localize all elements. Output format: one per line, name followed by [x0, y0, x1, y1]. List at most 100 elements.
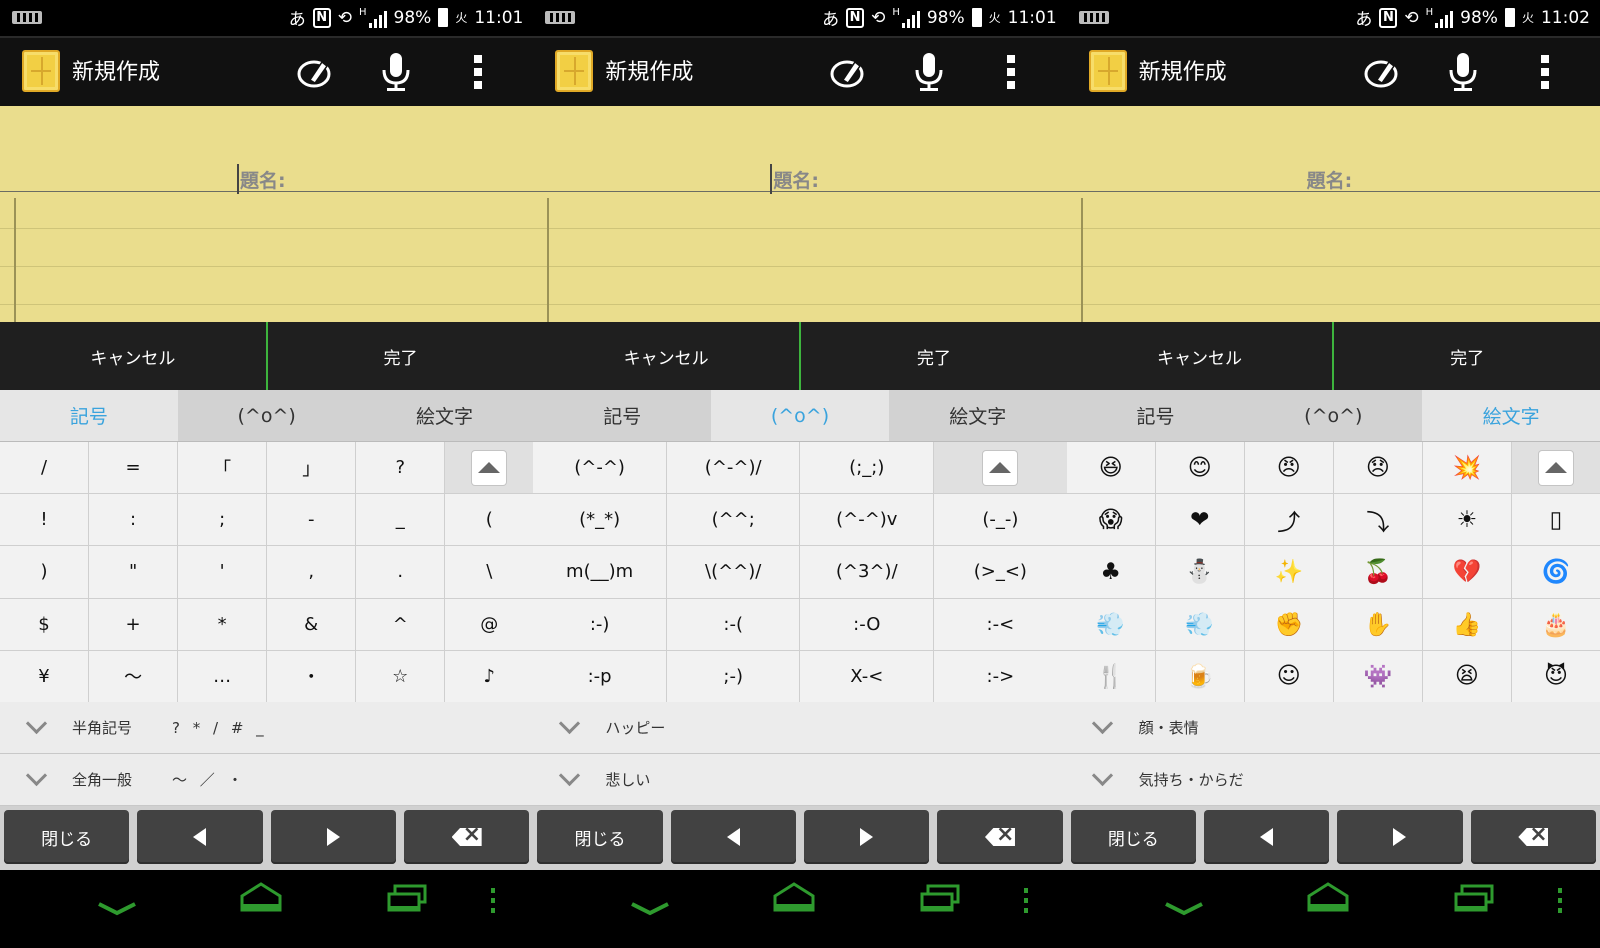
symbol-key[interactable]: ' — [178, 546, 267, 598]
cancel-button[interactable]: キャンセル — [0, 322, 266, 390]
scroll-up-button[interactable] — [445, 442, 534, 494]
emoji-key[interactable]: 💨 — [1066, 598, 1155, 650]
done-button[interactable]: 完了 — [1332, 322, 1600, 390]
symbol-key[interactable]: * — [178, 598, 267, 650]
title-field[interactable]: 題名: — [0, 106, 534, 192]
kaomoji-key[interactable]: (^-^)v — [800, 494, 934, 546]
emoji-key[interactable]: 🍴 — [1066, 650, 1155, 702]
category-row[interactable]: ハッピー — [533, 702, 1067, 754]
symbol-key[interactable]: = — [89, 442, 178, 494]
symbol-key[interactable]: $ — [0, 598, 89, 650]
tab-symbols[interactable]: 記号 — [1067, 390, 1245, 441]
cursor-left-button[interactable] — [670, 810, 796, 864]
symbol-key[interactable]: ☆ — [356, 650, 445, 702]
symbol-key[interactable]: ¥ — [0, 650, 89, 702]
kaomoji-key[interactable]: (^^; — [666, 494, 800, 546]
emoji-key[interactable]: ☀ — [1422, 494, 1511, 546]
tab-emoji[interactable]: 絵文字 — [889, 390, 1067, 441]
cancel-button[interactable]: キャンセル — [1067, 322, 1333, 390]
symbol-key[interactable]: @ — [445, 598, 534, 650]
memo-editor[interactable]: 題名: — [1066, 106, 1600, 322]
symbol-key[interactable]: ・ — [267, 650, 356, 702]
recent-apps-icon[interactable] — [918, 880, 964, 920]
kaomoji-key[interactable]: m(__)m — [533, 546, 666, 598]
tab-kaomoji[interactable]: (^o^) — [178, 390, 356, 441]
emoji-key[interactable]: 😠 — [1244, 442, 1333, 494]
symbol-key[interactable]: 」 — [267, 442, 356, 494]
emoji-key[interactable]: 🍺 — [1155, 650, 1244, 702]
kaomoji-key[interactable]: :-O — [800, 598, 934, 650]
tab-emoji[interactable]: 絵文字 — [356, 390, 534, 441]
emoji-key[interactable]: 😫 — [1422, 650, 1511, 702]
done-button[interactable]: 完了 — [265, 322, 534, 390]
emoji-key[interactable]: 🍒 — [1333, 546, 1422, 598]
overflow-menu-icon[interactable] — [989, 50, 1033, 94]
emoji-key[interactable]: 💥 — [1422, 442, 1511, 494]
tab-symbols[interactable]: 記号 — [533, 390, 711, 441]
handwriting-icon[interactable] — [825, 50, 869, 94]
backspace-button[interactable] — [1470, 810, 1596, 864]
category-row[interactable]: 気持ち・からだ — [1066, 754, 1600, 806]
category-row[interactable]: 顔・表情 — [1066, 702, 1600, 754]
emoji-key[interactable]: 😆 — [1066, 442, 1155, 494]
symbol-key[interactable]: … — [178, 650, 267, 702]
symbol-key[interactable]: . — [356, 546, 445, 598]
symbol-key[interactable]: ; — [178, 494, 267, 546]
menu-dots-icon[interactable] — [1555, 880, 1565, 920]
title-field[interactable]: 題名: — [533, 106, 1067, 192]
emoji-key[interactable]: 😈 — [1511, 650, 1600, 702]
close-keyboard-button[interactable]: 閉じる — [4, 810, 130, 864]
emoji-key[interactable]: ♣ — [1066, 546, 1155, 598]
symbol-key[interactable]: 〜 — [89, 650, 178, 702]
symbol-key[interactable]: + — [89, 598, 178, 650]
backspace-button[interactable] — [937, 810, 1063, 864]
symbol-key[interactable]: ^ — [356, 598, 445, 650]
home-icon[interactable] — [1305, 880, 1351, 920]
category-row[interactable]: 悲しい — [533, 754, 1067, 806]
scroll-up-button[interactable] — [1511, 442, 1600, 494]
symbol-key[interactable]: / — [0, 442, 89, 494]
memo-editor[interactable]: 題名: — [533, 106, 1067, 322]
symbol-key[interactable]: " — [89, 546, 178, 598]
kaomoji-key[interactable]: (*_*) — [533, 494, 666, 546]
home-icon[interactable] — [771, 880, 817, 920]
emoji-key[interactable]: 😊 — [1155, 442, 1244, 494]
overflow-menu-icon[interactable] — [456, 50, 500, 94]
kaomoji-key[interactable]: \(^^)/ — [666, 546, 800, 598]
tab-kaomoji[interactable]: (^o^) — [1244, 390, 1422, 441]
close-keyboard-button[interactable]: 閉じる — [1070, 810, 1196, 864]
emoji-key[interactable]: 🌀 — [1511, 546, 1600, 598]
kaomoji-key[interactable]: :-) — [533, 598, 666, 650]
emoji-key[interactable]: ⤴ — [1244, 494, 1333, 546]
emoji-key[interactable]: ✨ — [1244, 546, 1333, 598]
title-field[interactable]: 題名: — [1066, 106, 1600, 192]
tab-symbols[interactable]: 記号 — [0, 390, 178, 441]
symbol-key[interactable]: : — [89, 494, 178, 546]
emoji-key[interactable]: ✊ — [1244, 598, 1333, 650]
kaomoji-key[interactable]: (>_<) — [934, 546, 1067, 598]
emoji-key[interactable]: ⛄ — [1155, 546, 1244, 598]
emoji-key[interactable]: 👾 — [1333, 650, 1422, 702]
tab-emoji[interactable]: 絵文字 — [1422, 390, 1600, 441]
emoji-key[interactable]: ▯ — [1511, 494, 1600, 546]
emoji-key[interactable]: 💨 — [1155, 598, 1244, 650]
kaomoji-key[interactable]: ;-) — [666, 650, 800, 702]
symbol-key[interactable]: \ — [445, 546, 534, 598]
symbol-key[interactable]: 「 — [178, 442, 267, 494]
overflow-menu-icon[interactable] — [1523, 50, 1567, 94]
kaomoji-key[interactable]: (^3^)/ — [800, 546, 934, 598]
menu-dots-icon[interactable] — [488, 880, 498, 920]
back-icon[interactable] — [1162, 880, 1206, 920]
cursor-left-button[interactable] — [137, 810, 263, 864]
kaomoji-key[interactable]: (^-^)/ — [666, 442, 800, 494]
home-icon[interactable] — [238, 880, 284, 920]
cursor-right-button[interactable] — [1337, 810, 1463, 864]
symbol-key[interactable]: ? — [356, 442, 445, 494]
microphone-icon[interactable] — [374, 50, 418, 94]
kaomoji-key[interactable]: (;_;) — [800, 442, 934, 494]
symbol-key[interactable]: , — [267, 546, 356, 598]
cursor-right-button[interactable] — [270, 810, 396, 864]
close-keyboard-button[interactable]: 閉じる — [537, 810, 663, 864]
symbol-key[interactable]: ( — [445, 494, 534, 546]
kaomoji-key[interactable]: X-< — [800, 650, 934, 702]
